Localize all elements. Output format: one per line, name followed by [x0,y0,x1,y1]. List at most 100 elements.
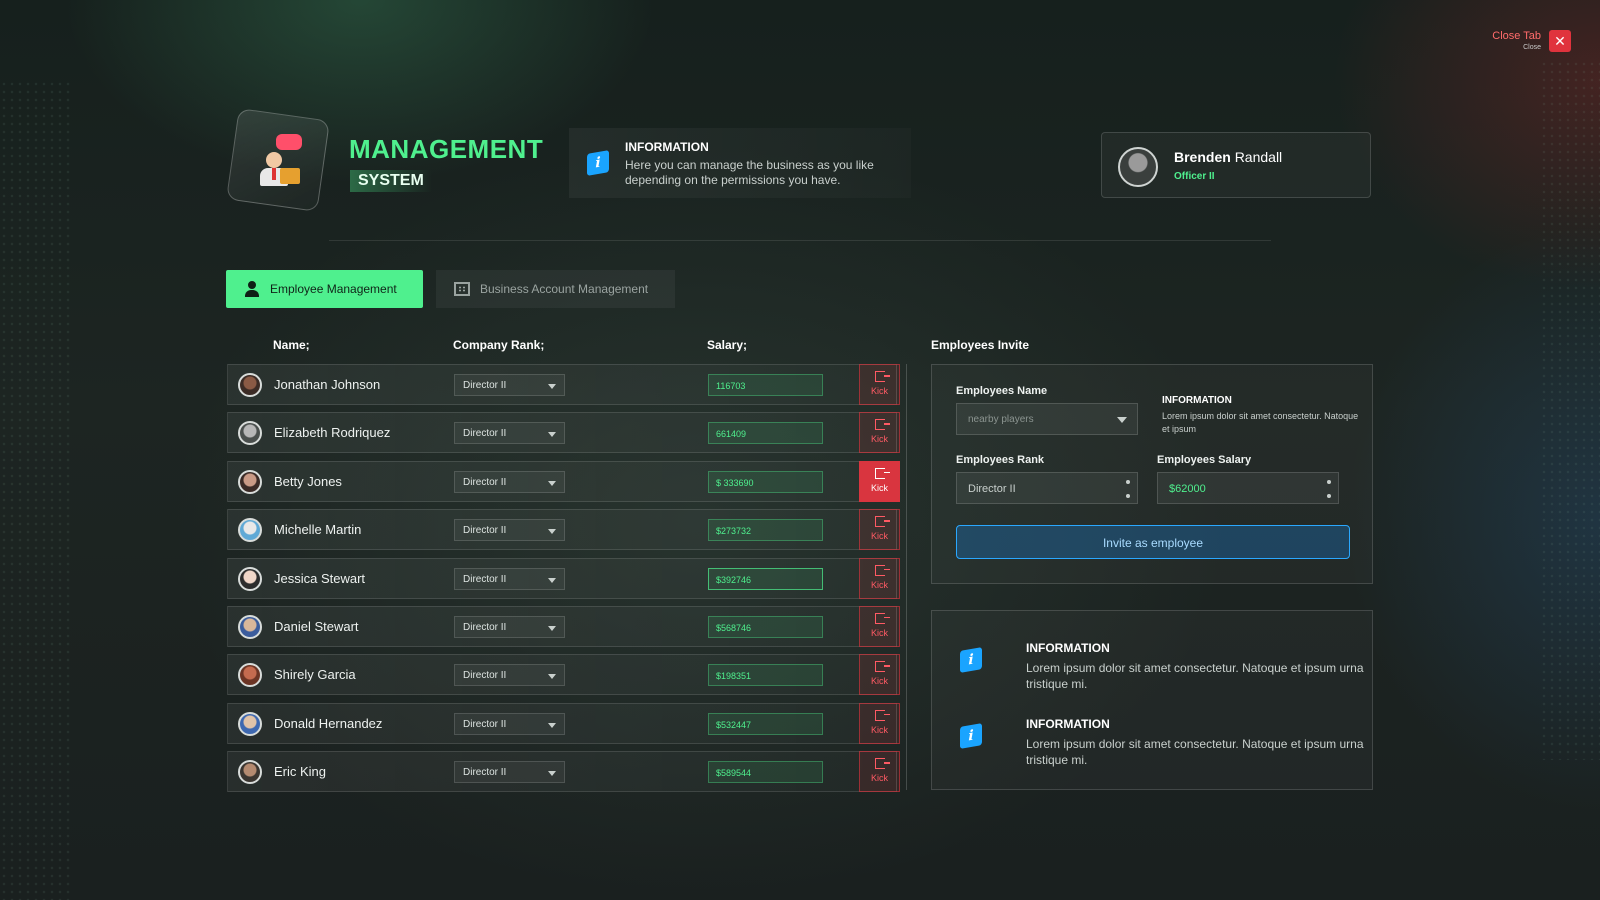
avatar [238,566,262,591]
kick-button[interactable]: Kick [859,654,900,696]
avatar [238,663,262,688]
info-icon: i [960,647,982,673]
rank-dropdown[interactable]: Director II [454,519,565,542]
salary-field[interactable]: $198351 [708,664,823,687]
rank-value: Director II [463,670,507,682]
invite-button[interactable]: Invite as employee [956,525,1350,559]
kick-label: Kick [870,386,888,396]
rank-dropdown[interactable]: Director II [454,422,565,445]
rank-dropdown[interactable]: Director II [454,664,565,687]
chevron-down-icon [548,722,556,728]
kick-button[interactable]: Kick [859,460,900,502]
kick-label: Kick [870,579,888,590]
employee-name: Elizabeth Rodriquez [274,425,391,441]
management-logo [226,108,330,212]
kick-icon [874,612,890,624]
building-icon [454,282,470,296]
kick-button[interactable]: Kick [859,412,900,454]
kick-button[interactable]: Kick [859,702,900,744]
kick-button[interactable]: Kick [859,605,900,647]
kick-icon [874,564,890,576]
page-title: MANAGEMENT [349,134,544,164]
employee-rank-stepper[interactable]: Director II [956,472,1138,504]
rank-dropdown[interactable]: Director II [454,712,565,735]
table-row: Elizabeth Rodriquez Director II 661409 K… [227,412,900,454]
kick-label: Kick [870,724,888,735]
table-row: Eric King Director II $589544 Kick [227,751,900,793]
table-row: Jonathan Johnson Director II 116703 Kick [227,364,900,405]
employee-rank-value: Director II [968,483,1016,495]
rank-value: Director II [463,428,507,440]
salary-field[interactable]: $273732 [708,519,823,542]
rank-dropdown[interactable]: Director II [454,615,565,638]
table-row: Jessica Stewart Director II $392746 Kick [227,557,900,599]
employee-salary-stepper[interactable]: $62000 [1157,472,1339,504]
header-info-text: Here you can manage the business as you … [625,158,874,187]
kick-button[interactable]: Kick [859,364,900,405]
avatar [1118,147,1158,187]
chevron-down-icon [548,432,556,438]
salary-field[interactable]: $568746 [708,615,823,638]
chevron-down-icon [548,529,556,535]
kick-button[interactable]: Kick [859,751,900,793]
info-icon: i [960,723,982,749]
rank-dropdown[interactable]: Director II [454,761,565,784]
employee-name-label: Employees Name [956,385,1048,397]
stepper-icon[interactable] [1327,480,1331,498]
close-tab-text: Close Tab Close [1492,30,1541,52]
employee-name-placeholder: nearby players [968,414,1034,425]
background-pattern-right [1540,60,1600,760]
salary-field[interactable]: $532447 [708,712,823,735]
employee-name: Daniel Stewart [274,618,359,634]
salary-field[interactable]: 661409 [708,422,823,445]
salary-field[interactable]: $ 333690 [708,470,823,493]
kick-button[interactable]: Kick [859,509,900,551]
info-item-text: Lorem ipsum dolor sit amet consectetur. … [1026,661,1364,691]
column-header-salary: Salary; [707,338,748,352]
close-tab-subtitle: Close [1523,44,1541,51]
invite-info-title: INFORMATION [1162,395,1232,406]
salary-field[interactable]: $589544 [708,761,823,784]
background-pattern [0,80,70,900]
table-row: Michelle Martin Director II $273732 Kick [227,509,900,551]
businessman-icon [248,130,308,190]
invite-info-text: Lorem ipsum dolor sit amet consectetur. … [1162,411,1359,434]
info-panel: i INFORMATION Lorem ipsum dolor sit amet… [931,610,1373,790]
kick-label: Kick [870,434,888,445]
rank-dropdown[interactable]: Director II [454,470,565,493]
tab-label: Business Account Management [480,282,649,296]
employee-table: Jonathan Johnson Director II 116703 Kick… [227,364,900,800]
rank-dropdown[interactable]: Director II [454,374,565,396]
rank-value: Director II [463,573,507,585]
rank-value: Director II [463,621,507,633]
salary-field[interactable]: $392746 [708,567,823,590]
kick-icon [874,371,890,382]
salary-field[interactable]: 116703 [708,374,823,396]
chevron-down-icon [548,625,556,631]
employee-name: Eric King [274,764,327,780]
close-icon[interactable]: ✕ [1549,30,1571,52]
stepper-icon[interactable] [1126,480,1130,498]
kick-label: Kick [870,676,888,687]
user-profile-card: Brenden Randall Officer II [1101,132,1371,198]
close-tab-title: Close Tab [1492,30,1541,42]
table-row: Daniel Stewart Director II $568746 Kick [227,605,900,647]
header-divider [329,240,1271,241]
info-item-title: INFORMATION [1026,641,1110,655]
table-row: Donald Hernandez Director II $532447 Kic… [227,702,900,744]
kick-button[interactable]: Kick [859,557,900,599]
tab-business-account-management[interactable]: Business Account Management [436,270,675,308]
rank-value: Director II [463,525,507,537]
profile-last-name: Randall [1234,149,1283,165]
table-row: Shirely Garcia Director II $198351 Kick [227,654,900,696]
chevron-down-icon [548,384,556,389]
panel-divider [906,364,907,790]
employee-name: Betty Jones [274,473,342,489]
kick-icon [874,467,890,479]
profile-name: Brenden Randall [1174,149,1282,165]
rank-dropdown[interactable]: Director II [454,567,565,590]
table-row: Betty Jones Director II $ 333690 Kick [227,460,900,502]
tab-employee-management[interactable]: Employee Management [226,270,423,308]
employee-name-select[interactable]: nearby players [956,403,1138,435]
close-tab[interactable]: Close Tab Close ✕ [1492,30,1571,52]
